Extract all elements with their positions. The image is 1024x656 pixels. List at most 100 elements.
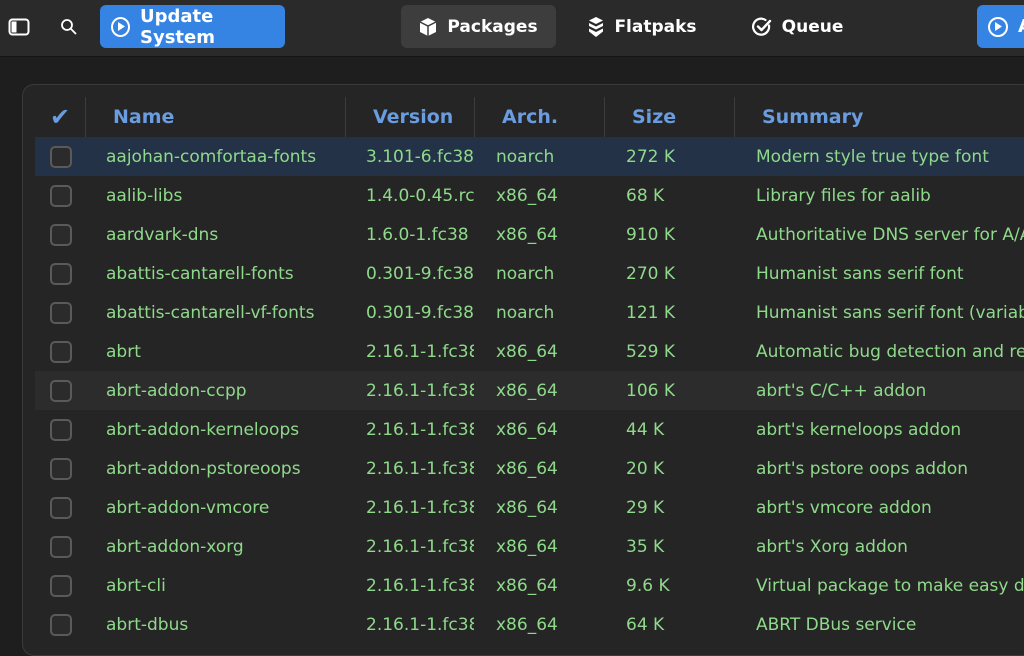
header-bar: Update System Packages Flatpaks Queue xyxy=(0,0,1024,57)
cell-version: 0.301-9.fc38 xyxy=(366,302,474,323)
row-checkbox[interactable] xyxy=(49,145,72,168)
table-header: ✔ Name Version Arch. Size Summary xyxy=(35,97,1024,137)
apply-button-partial[interactable]: A xyxy=(977,5,1024,48)
table-row[interactable]: abattis-cantarell-fonts 0.301-9.fc38 noarc… xyxy=(35,254,1024,293)
row-checkbox-cell xyxy=(35,605,86,639)
cell-size: 20 K xyxy=(626,458,665,479)
table-row[interactable]: aalib-libs 1.4.0-0.45.rc5 x86_64 68 K Librar… xyxy=(35,176,1024,215)
cell-name: abrt-addon-vmcore xyxy=(106,497,270,518)
cell-name: abattis-cantarell-vf-fonts xyxy=(106,302,315,323)
row-checkbox-cell xyxy=(35,215,86,254)
cell-version: 1.4.0-0.45.rc5 xyxy=(366,185,474,206)
table-row[interactable]: abrt-addon-vmcore 2.16.1-1.fc38 x86_64 29 K… xyxy=(35,488,1024,527)
column-header-size-label: Size xyxy=(632,106,677,128)
table-row[interactable]: abrt-addon-kerneloops 2.16.1-1.fc38 x86_64… xyxy=(35,410,1024,449)
cell-name: aajohan-comfortaa-fonts xyxy=(106,146,317,167)
cell-size: 44 K xyxy=(626,419,665,440)
cell-arch: x86_64 xyxy=(496,497,558,518)
table-row[interactable]: abrt-cli 2.16.1-1.fc38 x86_64 9.6 K Virtual … xyxy=(35,566,1024,605)
cell-arch: x86_64 xyxy=(496,458,558,479)
cell-version: 2.16.1-1.fc38 xyxy=(366,575,474,596)
column-header-version[interactable]: Version xyxy=(346,97,475,137)
row-checkbox[interactable] xyxy=(49,574,72,597)
row-checkbox[interactable] xyxy=(49,379,72,402)
cell-summary: Authoritative DNS server for A/AAAA xyxy=(756,224,1024,245)
row-checkbox[interactable] xyxy=(49,613,72,636)
cell-size: 29 K xyxy=(626,497,665,518)
table-row[interactable]: abrt-dbus 2.16.1-1.fc38 x86_64 64 K ABRT DBu… xyxy=(35,605,1024,639)
cell-summary: abrt's pstore oops addon xyxy=(756,458,969,479)
sidebar-icon xyxy=(8,18,30,36)
search-icon xyxy=(61,19,77,35)
table-row[interactable]: aardvark-dns 1.6.0-1.fc38 x86_64 910 K Autho… xyxy=(35,215,1024,254)
row-checkbox[interactable] xyxy=(49,418,72,441)
row-checkbox[interactable] xyxy=(49,262,72,285)
cell-name: abattis-cantarell-fonts xyxy=(106,263,294,284)
row-checkbox-cell xyxy=(35,527,86,566)
cell-size: 270 K xyxy=(626,263,675,284)
cell-arch: x86_64 xyxy=(496,224,558,245)
tab-queue[interactable]: Queue xyxy=(740,5,855,48)
cell-version: 0.301-9.fc38 xyxy=(366,263,474,284)
update-system-button[interactable]: Update System xyxy=(100,5,285,48)
cell-arch: noarch xyxy=(496,263,555,284)
sidebar-toggle-button[interactable] xyxy=(2,10,36,44)
row-checkbox[interactable] xyxy=(49,301,72,324)
tab-flatpaks[interactable]: Flatpaks xyxy=(580,5,705,48)
row-checkbox[interactable] xyxy=(49,184,72,207)
table-row[interactable]: abrt 2.16.1-1.fc38 x86_64 529 K Automatic bu… xyxy=(35,332,1024,371)
row-checkbox[interactable] xyxy=(49,535,72,558)
row-checkbox-cell xyxy=(35,488,86,527)
tab-packages-label: Packages xyxy=(447,16,538,37)
row-checkbox[interactable] xyxy=(49,340,72,363)
row-checkbox-cell xyxy=(35,293,86,332)
cell-version: 3.101-6.fc38 xyxy=(366,146,474,167)
tab-flatpaks-label: Flatpaks xyxy=(614,16,697,37)
cell-arch: x86_64 xyxy=(496,185,558,206)
cell-arch: x86_64 xyxy=(496,614,558,635)
tab-packages[interactable]: Packages xyxy=(401,5,556,48)
row-checkbox-cell xyxy=(35,332,86,371)
table-row[interactable]: aajohan-comfortaa-fonts 3.101-6.fc38 noarc… xyxy=(35,137,1024,176)
cell-size: 35 K xyxy=(626,536,665,557)
row-checkbox-cell xyxy=(35,449,86,488)
play-circle-icon xyxy=(988,16,1008,37)
select-all-header[interactable]: ✔ xyxy=(35,97,86,137)
column-header-summary-label: Summary xyxy=(762,106,864,128)
cell-summary: ABRT DBus service xyxy=(756,614,917,635)
table-row[interactable]: abrt-addon-pstoreoops 2.16.1-1.fc38 x86_64… xyxy=(35,449,1024,488)
cell-size: 68 K xyxy=(626,185,665,206)
search-button[interactable] xyxy=(52,10,86,44)
cell-name: abrt-addon-ccpp xyxy=(106,380,247,401)
row-checkbox[interactable] xyxy=(49,457,72,480)
cell-summary: Virtual package to make easy default xyxy=(756,575,1024,596)
cell-version: 2.16.1-1.fc38 xyxy=(366,614,474,635)
row-checkbox[interactable] xyxy=(49,496,72,519)
cell-arch: noarch xyxy=(496,302,555,323)
column-header-name[interactable]: Name xyxy=(86,97,346,137)
cell-name: abrt xyxy=(106,341,141,362)
tab-queue-label: Queue xyxy=(781,16,844,37)
row-checkbox-cell xyxy=(35,254,86,293)
cell-version: 2.16.1-1.fc38 xyxy=(366,341,474,362)
cell-version: 2.16.1-1.fc38 xyxy=(366,458,474,479)
cell-summary: Library files for aalib xyxy=(756,185,931,206)
cell-version: 1.6.0-1.fc38 xyxy=(366,224,469,245)
table-row[interactable]: abattis-cantarell-vf-fonts 0.301-9.fc38 no… xyxy=(35,293,1024,332)
column-header-arch[interactable]: Arch. xyxy=(475,97,605,137)
flatpak-icon xyxy=(588,16,604,38)
cell-name: abrt-cli xyxy=(106,575,166,596)
cell-version: 2.16.1-1.fc38 xyxy=(366,380,474,401)
cell-name: aardvark-dns xyxy=(106,224,219,245)
row-checkbox[interactable] xyxy=(49,223,72,246)
table-row[interactable]: abrt-addon-ccpp 2.16.1-1.fc38 x86_64 106 K a… xyxy=(35,371,1024,410)
packages-table: ✔ Name Version Arch. Size Summary aajoha… xyxy=(35,97,1024,639)
column-header-summary[interactable]: Summary xyxy=(735,97,1024,137)
table-row[interactable]: abrt-addon-xorg 2.16.1-1.fc38 x86_64 35 K ab… xyxy=(35,527,1024,566)
cell-size: 272 K xyxy=(626,146,675,167)
cell-summary: abrt's C/C++ addon xyxy=(756,380,927,401)
queue-check-icon xyxy=(751,17,772,37)
apply-button-label: A xyxy=(1018,16,1024,37)
cell-name: abrt-dbus xyxy=(106,614,189,635)
column-header-size[interactable]: Size xyxy=(605,97,735,137)
